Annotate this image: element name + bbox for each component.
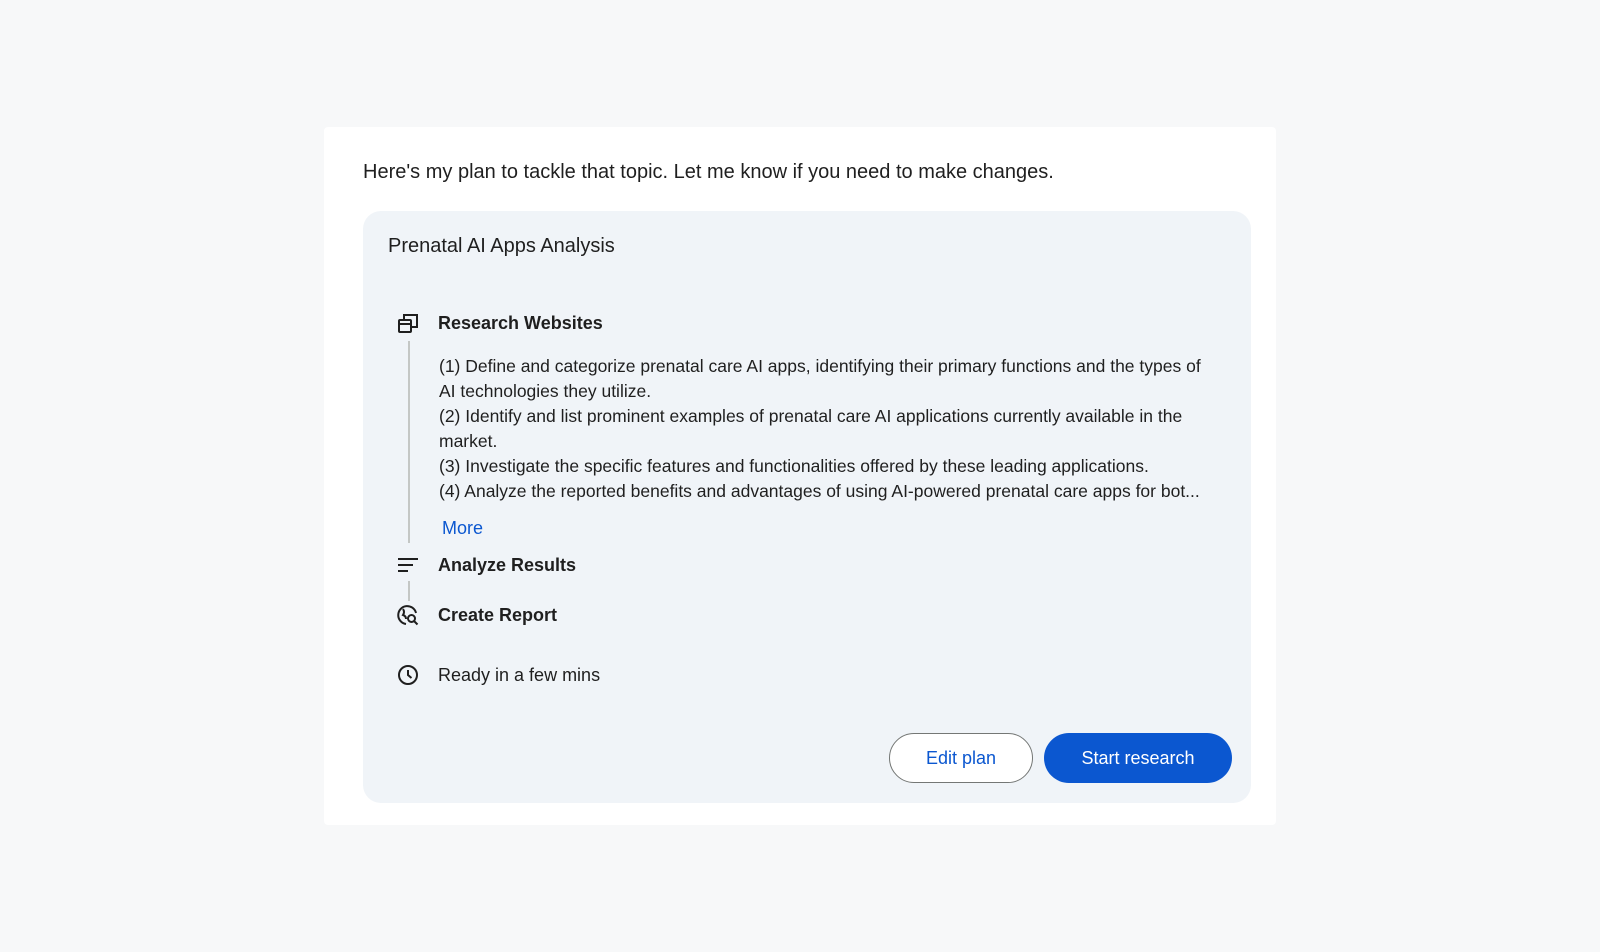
step-create-report: Create Report [438,605,558,625]
research-description: (1) Define and categorize prenatal care … [439,354,1239,504]
step-research-websites: Research Websites [438,313,603,333]
clock-icon [396,663,420,687]
report-search-icon [396,603,420,627]
description-line: (4) Analyze the reported benefits and ad… [439,481,1200,501]
plan-title: Prenatal AI Apps Analysis [388,235,615,257]
step-connector-line [408,581,410,601]
description-line: (1) Define and categorize prenatal care … [439,356,1201,376]
more-link[interactable]: More [442,516,483,540]
chat-response-container: Here's my plan to tackle that topic. Let… [324,127,1276,825]
description-line: AI technologies they utilize. [439,381,652,401]
description-line: (3) Investigate the specific features an… [439,456,1149,476]
eta-text: Ready in a few mins [438,665,601,685]
sort-lines-icon [396,553,420,577]
intro-text: Here's my plan to tackle that topic. Let… [363,161,1054,183]
description-line: market. [439,431,498,451]
edit-plan-button[interactable]: Edit plan [889,733,1033,783]
start-research-button[interactable]: Start research [1044,733,1232,783]
step-analyze-results: Analyze Results [438,555,577,575]
description-line: (2) Identify and list prominent examples… [439,406,1183,426]
step-connector-line [408,341,410,543]
browser-windows-icon [396,311,420,335]
research-plan-card: Prenatal AI Apps Analysis Research Websi… [363,211,1251,803]
